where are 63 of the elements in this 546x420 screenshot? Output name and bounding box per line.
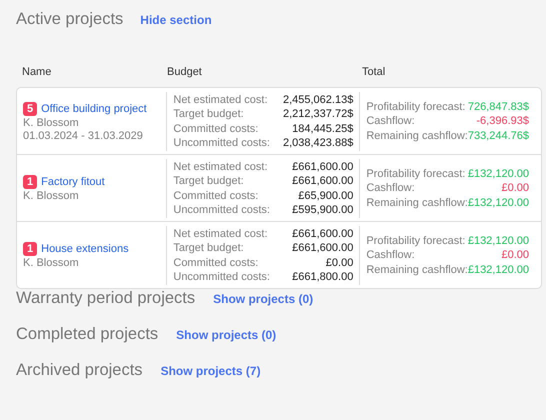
total-label: Remaining cashflow: <box>366 262 468 278</box>
budget-value: 2,455,062.13$ <box>282 92 354 107</box>
date-range: 01.03.2024 - 31.03.2029 <box>23 130 144 142</box>
budget-label: Uncommitted costs: <box>173 136 270 150</box>
budget-label: Target budget: <box>173 174 244 188</box>
total-value: £132,120.00 <box>468 166 529 182</box>
budget-label: Committed costs: <box>173 122 258 136</box>
section-title: Warranty period projects <box>16 289 196 308</box>
owner-text: K. Blossom <box>23 257 80 269</box>
hide-section-link[interactable]: Hide section <box>140 13 212 27</box>
count-badge: 1 <box>23 242 38 256</box>
budget-label: Target budget: <box>173 241 244 256</box>
total-label: Remaining cashflow: <box>366 196 468 210</box>
budget-label: Target budget: <box>173 107 244 122</box>
budget-label: Committed costs: <box>173 188 258 203</box>
show-projects-link[interactable]: Show projects (7) <box>160 364 261 378</box>
budget-value: 2,038,423.88$ <box>282 136 354 150</box>
count-badge: 1 <box>23 175 38 189</box>
total-label: Remaining cashflow: <box>366 128 468 144</box>
total-value: -6,396.93$ <box>476 114 529 129</box>
budget-value: £595,900.00 <box>292 203 354 218</box>
owner-text: K. Blossom <box>23 190 80 202</box>
budget-label: Net estimated cost: <box>173 226 268 241</box>
budget-value: £0.00 <box>326 256 354 270</box>
budget-value: 2,212,337.72$ <box>282 107 354 122</box>
budget-value: £661,800.00 <box>292 270 354 284</box>
total-label: Cashflow: <box>366 114 415 129</box>
budget-label: Uncommitted costs: <box>173 270 270 284</box>
budget-value: £661,600.00 <box>292 160 354 174</box>
total-label: Cashflow: <box>366 181 415 196</box>
column-header: Budget <box>167 66 203 80</box>
budget-value: £661,600.00 <box>292 226 354 241</box>
count-badge: 5 <box>23 102 38 116</box>
project-link[interactable]: Factory fitout <box>41 176 105 188</box>
section-title: Completed projects <box>16 325 158 344</box>
total-value: £132,120.00 <box>468 262 529 278</box>
total-label: Cashflow: <box>366 248 415 263</box>
total-value: £0.00 <box>501 181 529 196</box>
total-value: 726,847.83$ <box>468 100 529 114</box>
budget-label: Committed costs: <box>173 256 258 270</box>
total-value: £132,120.00 <box>468 234 529 248</box>
show-projects-link[interactable]: Show projects (0) <box>213 292 314 306</box>
project-link[interactable]: House extensions <box>41 243 129 255</box>
total-label: Profitability forecast: <box>366 100 466 114</box>
total-label: Profitability forecast: <box>366 166 466 182</box>
budget-value: £661,600.00 <box>292 174 354 188</box>
budget-value: 184,445.25$ <box>292 122 354 136</box>
budget-label: Net estimated cost: <box>173 92 268 107</box>
owner-text: K. Blossom <box>23 116 80 128</box>
section-title: Active projects <box>16 10 124 29</box>
show-projects-link[interactable]: Show projects (0) <box>176 328 276 342</box>
column-header: Name <box>22 66 52 80</box>
total-value: £0.00 <box>501 248 529 263</box>
section-title: Archived projects <box>16 361 143 380</box>
budget-value: £65,900.00 <box>298 188 354 203</box>
budget-label: Uncommitted costs: <box>173 203 270 218</box>
total-value: 733,244.76$ <box>468 128 529 144</box>
budget-value: £661,600.00 <box>292 241 354 256</box>
total-label: Profitability forecast: <box>366 234 466 248</box>
total-value: £132,120.00 <box>468 196 529 210</box>
column-header: Total <box>362 66 386 80</box>
project-link[interactable]: Office building project <box>41 102 147 114</box>
budget-label: Net estimated cost: <box>173 160 268 174</box>
